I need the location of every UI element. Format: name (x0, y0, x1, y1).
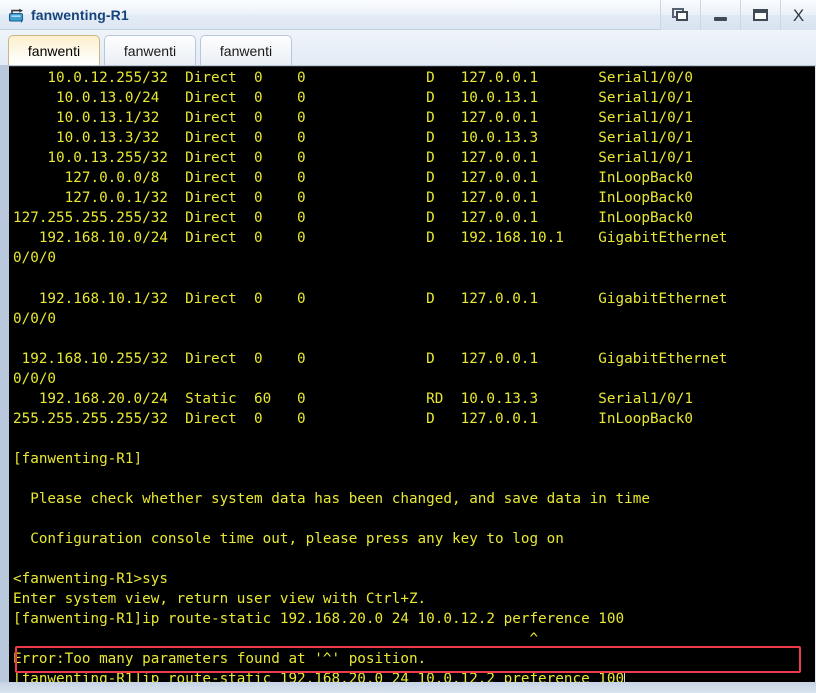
tab-label: fanwenti (219, 42, 273, 59)
window-controls: X (660, 0, 816, 30)
terminal-line: 0/0/0 (13, 250, 57, 267)
tab-session-1[interactable]: fanwenti (8, 35, 100, 65)
terminal-line: 192.168.20.0/24 Static 60 0 RD 10.0.13.3… (13, 390, 693, 407)
maximize-button[interactable] (740, 0, 780, 30)
terminal-line: 127.0.0.1/32 Direct 0 0 D 127.0.0.1 InLo… (13, 190, 693, 207)
terminal-line: [fanwenting-R1]ip route-static 192.168.2… (13, 669, 815, 682)
minimize-button[interactable] (700, 0, 740, 30)
terminal-line: 127.255.255.255/32 Direct 0 0 D 127.0.0.… (13, 210, 693, 227)
restore-icon (672, 8, 689, 22)
terminal-line: <fanwenting-R1>sys (13, 571, 168, 588)
close-icon: X (792, 5, 805, 25)
terminal-line: ^ (13, 631, 539, 648)
tab-session-2[interactable]: fanwenti (104, 35, 196, 65)
terminal-line: 10.0.12.255/32 Direct 0 0 D 127.0.0.1 Se… (13, 70, 693, 86)
tab-label: fanwenti (123, 42, 177, 59)
terminal-line: 0/0/0 (13, 310, 57, 327)
title-bar: fanwenting-R1 X (0, 0, 816, 30)
terminal-line: 192.168.10.255/32 Direct 0 0 D 127.0.0.1… (13, 350, 728, 367)
terminal-screen[interactable]: 10.0.12.255/32 Direct 0 0 D 127.0.0.1 Se… (9, 66, 815, 682)
terminal-line: Configuration console time out, please p… (13, 531, 564, 548)
router-cli-window: fanwenting-R1 X fanwenti fanwenti fanwen… (0, 0, 816, 693)
close-button[interactable]: X (780, 0, 816, 30)
terminal-line: 192.168.10.1/32 Direct 0 0 D 127.0.0.1 G… (13, 290, 728, 307)
terminal-line: 10.0.13.3/32 Direct 0 0 D 10.0.13.3 Seri… (13, 130, 693, 147)
terminal-line: Please check whether system data has bee… (13, 490, 650, 507)
terminal-line: 10.0.13.255/32 Direct 0 0 D 127.0.0.1 Se… (13, 150, 693, 167)
tab-label: fanwenti (27, 42, 81, 59)
minimize-icon (714, 17, 727, 21)
terminal-line: 255.255.255.255/32 Direct 0 0 D 127.0.0.… (13, 410, 693, 427)
tab-bar: fanwenti fanwenti fanwenti (0, 30, 816, 66)
window-title: fanwenting-R1 (31, 6, 129, 23)
terminal-panel: 10.0.12.255/32 Direct 0 0 D 127.0.0.1 Se… (0, 66, 816, 693)
terminal-line: 10.0.13.1/32 Direct 0 0 D 127.0.0.1 Seri… (13, 110, 693, 127)
tab-session-3[interactable]: fanwenti (200, 35, 292, 65)
restore-button[interactable] (660, 0, 700, 30)
maximize-icon (753, 9, 768, 21)
text-cursor (624, 671, 626, 682)
terminal-line: 0/0/0 (13, 370, 57, 387)
terminal-line: [fanwenting-R1]ip route-static 192.168.2… (13, 611, 625, 628)
terminal-line: 192.168.10.0/24 Direct 0 0 D 192.168.10.… (13, 230, 728, 247)
terminal-line: Error:Too many parameters found at '^' p… (13, 651, 427, 668)
terminal-line: [fanwenting-R1] (13, 450, 143, 467)
terminal-line: Enter system view, return user view with… (13, 591, 427, 608)
terminal-line: 10.0.13.0/24 Direct 0 0 D 10.0.13.1 Seri… (13, 90, 693, 107)
terminal-line: 127.0.0.0/8 Direct 0 0 D 127.0.0.1 InLoo… (13, 170, 693, 187)
router-icon (7, 5, 27, 25)
terminal-output: 10.0.12.255/32 Direct 0 0 D 127.0.0.1 Se… (13, 68, 815, 682)
window-bottom-edge (0, 682, 816, 693)
